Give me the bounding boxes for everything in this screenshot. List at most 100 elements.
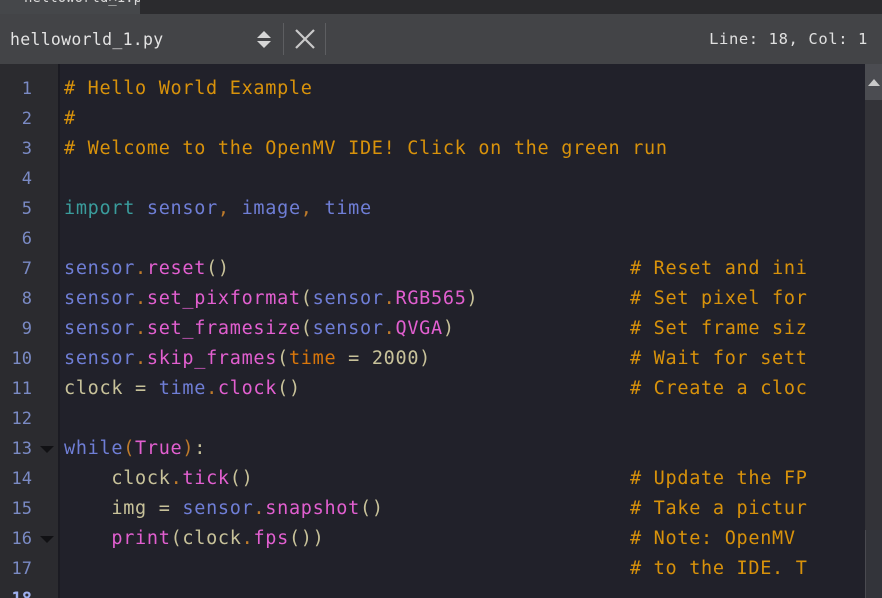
code-token: clock bbox=[64, 378, 124, 399]
vertical-scrollbar[interactable] bbox=[865, 64, 882, 598]
code-token: img bbox=[111, 498, 147, 519]
code-line: sensor.set_pixformat(sensor.RGB565) bbox=[64, 284, 478, 314]
code-token: . bbox=[383, 318, 396, 339]
line-number: 1 bbox=[21, 79, 32, 99]
code-token: . bbox=[135, 348, 147, 369]
code-token: time bbox=[288, 348, 337, 369]
line-number: 10 bbox=[11, 349, 32, 369]
code-token: ) bbox=[182, 438, 195, 459]
code-token: ) bbox=[442, 318, 455, 339]
code-token: RGB565 bbox=[395, 288, 467, 309]
spinner-updown-icon[interactable] bbox=[252, 26, 276, 52]
line-number: 3 bbox=[21, 139, 32, 159]
scrollbar-thumb[interactable] bbox=[865, 100, 882, 530]
code-token: QVGA bbox=[395, 318, 443, 339]
line-number: 2 bbox=[21, 109, 32, 129]
fold-toggle-icon[interactable] bbox=[38, 434, 56, 464]
code-token: () bbox=[277, 378, 301, 399]
code-line: clock = time.clock() bbox=[64, 374, 301, 404]
code-token: sensor bbox=[146, 198, 218, 219]
code-token: snapshot bbox=[265, 498, 360, 519]
spinner-up-arrow-icon bbox=[257, 30, 271, 38]
code-token: . bbox=[170, 468, 183, 489]
line-number: 5 bbox=[21, 199, 32, 219]
code-token: 2000 bbox=[371, 348, 420, 369]
code-line: sensor.skip_frames(time = 2000) bbox=[64, 344, 431, 374]
code-token: () bbox=[229, 468, 254, 489]
line-number: 17 bbox=[11, 559, 32, 579]
code-line: # Welcome to the OpenMV IDE! Click on th… bbox=[64, 134, 668, 164]
code-line: img = sensor.snapshot() bbox=[64, 494, 384, 524]
code-token: . bbox=[135, 288, 147, 309]
filename-label: helloworld_1.py bbox=[10, 29, 164, 49]
code-token: # bbox=[64, 108, 76, 129]
code-token: ) bbox=[466, 288, 479, 309]
editor-tab-helloworld[interactable]: helloworld_1.py ✕ bbox=[0, 0, 140, 14]
code-token: time bbox=[324, 198, 372, 219]
line-number: 18 bbox=[0, 584, 32, 598]
code-token: set_pixformat bbox=[146, 288, 301, 309]
code-token: () bbox=[359, 498, 384, 519]
line-col-status: Line: 18, Col: 1 bbox=[709, 30, 868, 48]
code-token: ( bbox=[123, 438, 136, 459]
code-token: . bbox=[135, 318, 147, 339]
code-token: sensor bbox=[64, 348, 136, 369]
code-line: clock.tick() bbox=[64, 464, 253, 494]
code-token: . bbox=[206, 378, 218, 399]
code-line: # bbox=[64, 104, 76, 134]
code-editor[interactable]: 123456789101112131415161718 # Hello Worl… bbox=[0, 64, 882, 598]
code-token: ( bbox=[300, 318, 313, 339]
tab-close-icon[interactable]: ✕ bbox=[108, 0, 118, 5]
code-line: # Hello World Example bbox=[64, 74, 313, 104]
code-token: True bbox=[135, 438, 183, 459]
code-token: reset bbox=[146, 258, 207, 279]
code-text-area[interactable]: # Hello World Example # # Welcome to the O… bbox=[60, 64, 865, 598]
triangle-down-icon bbox=[40, 445, 54, 453]
line-number: 12 bbox=[11, 409, 32, 429]
code-line: sensor.reset() bbox=[64, 254, 230, 284]
code-token: = bbox=[123, 378, 159, 399]
line-number: 7 bbox=[21, 259, 32, 279]
code-token: tick bbox=[182, 468, 230, 489]
line-number: 8 bbox=[21, 289, 32, 309]
code-token: skip_frames bbox=[146, 348, 278, 369]
scroll-up-button[interactable] bbox=[865, 64, 882, 100]
close-icon[interactable] bbox=[292, 26, 318, 52]
code-token: . bbox=[253, 498, 266, 519]
code-token: . bbox=[241, 528, 254, 549]
code-token: ( bbox=[300, 288, 313, 309]
inline-comment: # Reset and ini bbox=[630, 258, 808, 279]
code-token: # Hello World Example bbox=[64, 78, 313, 99]
fold-toggle-icon[interactable] bbox=[38, 524, 56, 554]
chevron-up-icon bbox=[867, 78, 880, 86]
inline-comment: # Update the FP bbox=[630, 468, 808, 489]
code-token: ()) bbox=[288, 528, 325, 549]
code-token: set_framesize bbox=[146, 318, 301, 339]
code-token: sensor bbox=[312, 288, 384, 309]
code-token: sensor bbox=[64, 318, 136, 339]
code-token: clock bbox=[217, 378, 278, 399]
tab-strip: helloworld_1.py ✕ bbox=[0, 0, 882, 14]
code-line: import sensor, image, time bbox=[64, 194, 372, 224]
line-number: 13 bbox=[11, 439, 32, 459]
code-line: while(True): bbox=[64, 434, 206, 464]
openmv-ide-editor-window: helloworld_1.py ✕ helloworld_1.py Line: … bbox=[0, 0, 882, 598]
file-toolbar: helloworld_1.py Line: 18, Col: 1 bbox=[0, 14, 882, 64]
code-line: sensor.set_framesize(sensor.QVGA) bbox=[64, 314, 455, 344]
code-token: , bbox=[217, 198, 242, 219]
code-token: # Welcome to the OpenMV IDE! Click on th… bbox=[64, 138, 668, 159]
code-token: : bbox=[194, 438, 207, 459]
code-token: clock bbox=[182, 528, 242, 549]
line-number: 16 bbox=[11, 529, 32, 549]
line-number: 9 bbox=[21, 319, 32, 339]
code-token: sensor bbox=[182, 498, 254, 519]
line-number: 14 bbox=[11, 469, 32, 489]
code-token: while bbox=[64, 438, 124, 459]
code-token: = bbox=[146, 498, 183, 519]
inline-comment: # Take a pictur bbox=[630, 498, 808, 519]
code-token: = bbox=[336, 348, 372, 369]
code-token: . bbox=[135, 258, 147, 279]
triangle-down-icon bbox=[40, 535, 54, 543]
code-token: ) bbox=[419, 348, 432, 369]
